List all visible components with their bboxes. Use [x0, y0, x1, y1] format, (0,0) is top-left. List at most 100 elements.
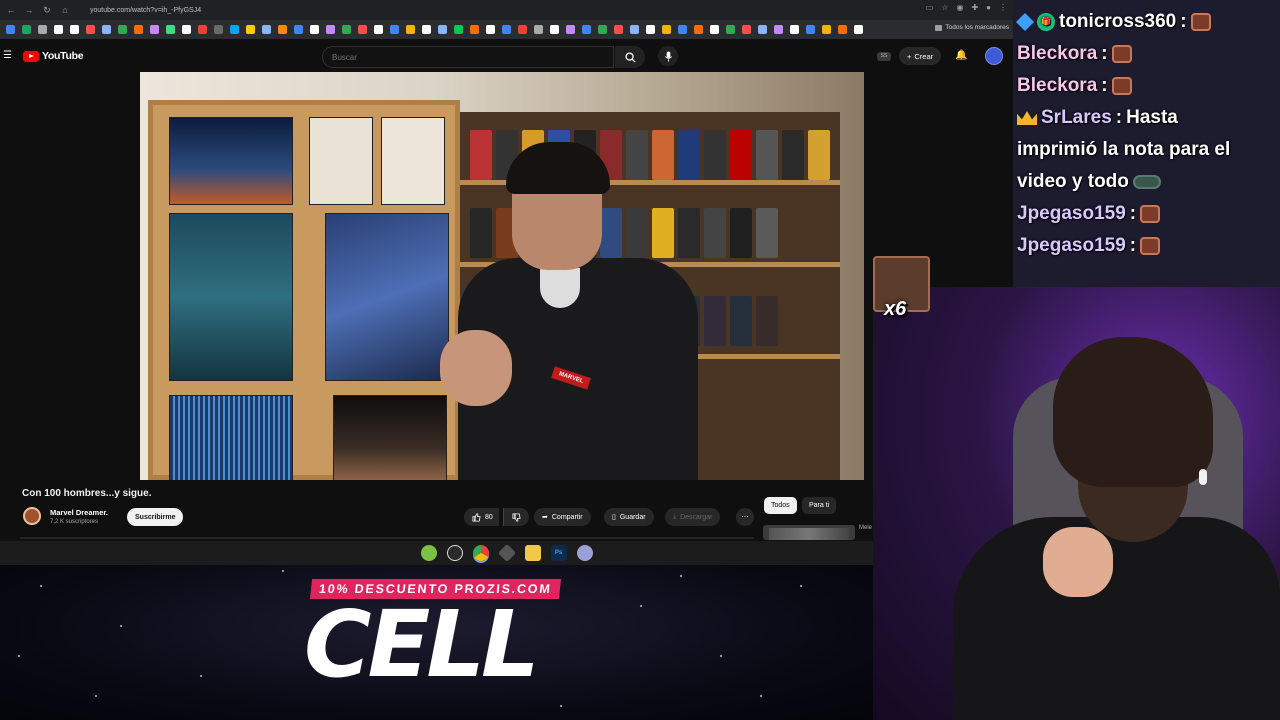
chat-username: Bleckora — [1017, 75, 1098, 96]
dislike-button[interactable] — [503, 508, 529, 526]
create-button[interactable]: + Crear — [899, 47, 942, 65]
youtube-logo-text: YouTube — [42, 50, 84, 62]
streamer-hand — [1043, 527, 1113, 597]
bookmark-favicon-icon[interactable] — [294, 25, 303, 34]
bookmark-favicon-icon[interactable] — [102, 25, 111, 34]
cast-icon[interactable]: ▭ — [926, 3, 934, 12]
puzzle-icon[interactable]: ✚ — [971, 3, 978, 12]
bookmark-favicon-icon[interactable] — [118, 25, 127, 34]
hamburger-menu-icon[interactable]: ☰ — [3, 50, 12, 61]
bookmark-favicon-icon[interactable] — [630, 25, 639, 34]
bookmark-favicon-icon[interactable] — [582, 25, 591, 34]
chip-for-you[interactable]: Para ti — [802, 497, 837, 514]
bookmark-favicon-icon[interactable] — [470, 25, 479, 34]
bookmark-favicon-icon[interactable] — [390, 25, 399, 34]
bookmark-favicon-icon[interactable] — [534, 25, 543, 34]
more-actions-button[interactable]: ⋯ — [736, 508, 754, 526]
bookmark-favicon-icon[interactable] — [166, 25, 175, 34]
photoshop-icon[interactable]: Ps — [550, 545, 567, 561]
like-button[interactable]: 80 — [464, 508, 499, 526]
bookmark-favicon-icon[interactable] — [502, 25, 511, 34]
bookmark-favicon-icon[interactable] — [854, 25, 863, 34]
bookmark-favicon-icon[interactable] — [678, 25, 687, 34]
subscribe-button[interactable]: Suscribirme — [127, 508, 184, 526]
menu-icon[interactable]: ⋮ — [999, 3, 1007, 12]
microphone-icon — [664, 50, 672, 62]
bookmark-favicon-icon[interactable] — [838, 25, 847, 34]
bookmark-favicon-icon[interactable] — [150, 25, 159, 34]
video-player[interactable]: MARVEL — [140, 72, 864, 480]
bookmark-favicon-icon[interactable] — [86, 25, 95, 34]
bookmark-favicon-icon[interactable] — [662, 25, 671, 34]
steam-icon[interactable] — [446, 545, 463, 561]
ss-badge[interactable]: SS — [877, 52, 891, 61]
recommended-video-thumbnail[interactable] — [763, 525, 855, 540]
bookmark-favicon-icon[interactable] — [22, 25, 31, 34]
bookmark-favicon-icon[interactable] — [758, 25, 767, 34]
bookmark-favicon-icon[interactable] — [246, 25, 255, 34]
search-button[interactable] — [615, 46, 645, 68]
discord-icon[interactable] — [576, 545, 593, 561]
bookmark-favicon-icon[interactable] — [326, 25, 335, 34]
channel-avatar[interactable] — [23, 507, 41, 525]
bookmark-favicon-icon[interactable] — [406, 25, 415, 34]
bookmark-favicon-icon[interactable] — [374, 25, 383, 34]
url-field[interactable]: youtube.com/watch?v=ih_-PfyGSJ4 — [90, 7, 201, 14]
bookmark-favicon-icon[interactable] — [694, 25, 703, 34]
account-avatar[interactable] — [985, 47, 1003, 65]
bookmark-favicon-icon[interactable] — [230, 25, 239, 34]
home-icon[interactable]: ⌂ — [58, 3, 72, 17]
bookmark-favicon-icon[interactable] — [774, 25, 783, 34]
search-input[interactable] — [322, 46, 614, 68]
bookmark-favicon-icon[interactable] — [422, 25, 431, 34]
chrome-icon[interactable] — [472, 545, 489, 561]
save-button[interactable]: ▯ Guardar — [604, 508, 654, 526]
reload-icon[interactable]: ↻ — [40, 3, 54, 17]
bookmark-favicon-icon[interactable] — [566, 25, 575, 34]
bookmark-favicon-icon[interactable] — [278, 25, 287, 34]
bookmark-favicon-icon[interactable] — [486, 25, 495, 34]
bookmark-favicon-icon[interactable] — [518, 25, 527, 34]
bookmark-favicon-icon[interactable] — [54, 25, 63, 34]
youtube-logo[interactable]: YouTube — [23, 50, 84, 62]
bookmark-favicon-icon[interactable] — [214, 25, 223, 34]
share-button[interactable]: ➦ Compartir — [534, 508, 591, 526]
download-button[interactable]: ⤓ Descargar — [665, 508, 721, 526]
forward-icon[interactable]: → — [22, 3, 36, 17]
files-icon[interactable] — [524, 545, 541, 561]
bookmark-favicon-icon[interactable] — [262, 25, 271, 34]
profile-icon[interactable]: ● — [986, 3, 991, 12]
bookmark-favicon-icon[interactable] — [790, 25, 799, 34]
bookmark-favicon-icon[interactable] — [134, 25, 143, 34]
channel-name[interactable]: Marvel Dreamer. — [50, 508, 108, 517]
bookmark-favicon-icon[interactable] — [38, 25, 47, 34]
back-icon[interactable]: ← — [4, 3, 18, 17]
notifications-bell-icon[interactable]: 🔔 — [955, 50, 967, 61]
bookmark-favicon-icon[interactable] — [342, 25, 351, 34]
obs-icon[interactable] — [497, 543, 516, 563]
bookmark-favicon-icon[interactable] — [822, 25, 831, 34]
bookmark-favicon-icon[interactable] — [6, 25, 15, 34]
bookmark-favicon-icon[interactable] — [742, 25, 751, 34]
bookmark-favicon-icon[interactable] — [70, 25, 79, 34]
extension-icon[interactable]: ◉ — [956, 3, 963, 12]
bookmark-favicon-icon[interactable] — [438, 25, 447, 34]
bookmark-star-icon[interactable]: ☆ — [941, 3, 948, 12]
bookmark-favicon-icon[interactable] — [710, 25, 719, 34]
chip-all[interactable]: Todos — [764, 497, 797, 514]
bookmark-favicon-icon[interactable] — [806, 25, 815, 34]
bookmark-favicon-icon[interactable] — [726, 25, 735, 34]
voice-search-button[interactable] — [658, 46, 678, 66]
bookmark-favicon-icon[interactable] — [646, 25, 655, 34]
bookmark-favicon-icon[interactable] — [358, 25, 367, 34]
bookmark-favicon-icon[interactable] — [182, 25, 191, 34]
bookmark-favicon-icon[interactable] — [598, 25, 607, 34]
android-icon[interactable] — [420, 545, 437, 561]
bookmark-favicon-icon[interactable] — [550, 25, 559, 34]
bookmark-favicon-icon[interactable] — [198, 25, 207, 34]
chat-message: Jpegaso159 : — [1017, 198, 1276, 230]
bookmark-favicon-icon[interactable] — [614, 25, 623, 34]
bookmark-favicon-icon[interactable] — [310, 25, 319, 34]
all-bookmarks-folder[interactable]: Todos los marcadores — [935, 24, 1009, 31]
bookmark-favicon-icon[interactable] — [454, 25, 463, 34]
